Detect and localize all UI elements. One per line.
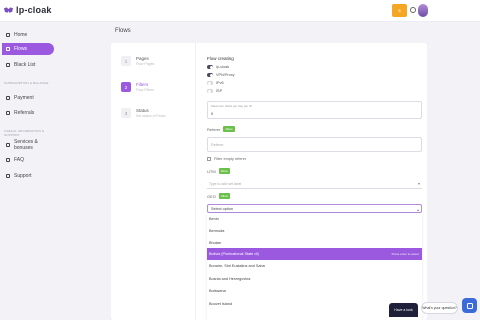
avatar[interactable] [418, 4, 428, 17]
option-label: Bolivia (Plurinational State of) [209, 252, 259, 256]
faq-icon [6, 158, 10, 162]
field-label: Maximum clicks per day per IP [211, 104, 252, 108]
toggle-label: lp-cloak [216, 65, 230, 69]
placeholder: Type to add set label [209, 182, 242, 186]
toggle-switch[interactable] [207, 89, 213, 93]
step-pages[interactable]: 1 Pages Flow Pages [121, 56, 154, 66]
sidebar-item-faq[interactable]: FAQ [2, 154, 54, 166]
max-clicks-input[interactable]: Maximum clicks per day per IP 0 [207, 101, 422, 119]
toggle-isp[interactable]: ISP [207, 89, 222, 93]
filter-empty-referer[interactable]: Filter empty referer [207, 157, 246, 161]
checkbox-label: Filter empty referer [214, 157, 247, 161]
sidebar-item-black-list[interactable]: Black List [2, 59, 54, 71]
dropdown-option[interactable]: Bonaire, Sint Eustatius and Saba [207, 260, 422, 272]
toggle-ipv6[interactable]: IPv6 [207, 81, 224, 85]
sidebar-item-label: Payment [14, 95, 34, 101]
top-bar: lp-cloak $ [0, 0, 480, 22]
step-title: Status [136, 108, 149, 113]
referer-label: Referer Allow [207, 126, 235, 132]
sidebar-item-home[interactable]: Home [2, 29, 54, 41]
filters-form: Flow creating lp-cloak VPN/Proxy IPv6 IS… [207, 43, 422, 320]
step-status[interactable]: 3 Status Set status of Flows [121, 108, 166, 118]
label-text: UTM [207, 168, 216, 174]
toggle-label: IPv6 [216, 81, 224, 85]
settings-icon[interactable] [410, 7, 416, 13]
chat-bubble[interactable]: What's your question? [421, 302, 458, 314]
support-icon [6, 174, 10, 178]
label-text: Referer [207, 126, 221, 132]
field-value: 0 [211, 111, 214, 116]
chat-icon [466, 302, 473, 309]
sidebar-item-referrals[interactable]: Referrals [2, 107, 54, 119]
flows-icon [6, 47, 10, 51]
logo-mask-icon [4, 6, 13, 13]
sidebar-item-payment[interactable]: Payment [2, 92, 54, 104]
label-text: GEO [207, 193, 216, 199]
dropdown-option[interactable]: Benin [207, 213, 422, 225]
sidebar-item-label: Home [14, 32, 28, 38]
allow-badge[interactable]: Allow [223, 126, 235, 132]
step-title: Pages [136, 56, 149, 61]
sidebar-item-flows[interactable]: Flows [2, 43, 54, 55]
sidebar-item-services[interactable]: Services & bonuses [2, 139, 54, 151]
sidebar-item-label: Referrals [14, 110, 35, 116]
toggle-label: VPN/Proxy [216, 73, 235, 77]
sidebar-item-label: Flows [14, 46, 28, 52]
sidebar-item-label: Support [14, 173, 32, 179]
chevron-up-icon: ▴ [416, 206, 419, 212]
chevron-down-icon: ▾ [417, 181, 420, 186]
select-value: Select option [211, 207, 233, 211]
step-number: 1 [121, 56, 131, 66]
allow-badge[interactable]: Allow [218, 193, 231, 199]
utm-label: UTM Allow [207, 168, 230, 174]
home-icon [6, 33, 10, 37]
utm-select[interactable]: Type to add set label ▾ [207, 179, 422, 189]
geo-label: GEO Allow [207, 193, 231, 199]
chat-tab[interactable]: Have a look [389, 303, 418, 317]
allow-badge[interactable]: Allow [218, 168, 230, 174]
balance-button[interactable]: $ [392, 4, 407, 17]
section-heading-subscription: SUBSCRIPTION & BALANCE [4, 81, 49, 85]
sidebar-item-label: Services & bonuses [14, 139, 38, 151]
toggle-lp-cloak[interactable]: lp-cloak [207, 65, 229, 69]
chat-button[interactable] [462, 298, 477, 313]
services-icon [6, 143, 10, 147]
payment-icon [6, 96, 10, 100]
step-subtitle: Set status of Flows [136, 114, 166, 118]
step-number: 3 [121, 108, 131, 118]
flow-card: 1 Pages Flow Pages 2 Filters Flow Filter… [111, 43, 427, 320]
step-subtitle: Flow Filters [136, 88, 154, 92]
app-name: lp-cloak [16, 5, 52, 15]
form-title: Flow creating [207, 56, 234, 61]
toggle-switch[interactable] [207, 81, 213, 85]
blacklist-icon [6, 63, 10, 67]
dropdown-option[interactable]: Bermuda [207, 225, 422, 237]
checkbox[interactable] [207, 157, 211, 161]
geo-select[interactable]: Select option ▴ [207, 204, 422, 213]
toggle-switch[interactable] [207, 65, 213, 69]
referrals-icon [6, 111, 10, 115]
step-title: Filters [136, 82, 149, 87]
toggle-label: ISP [216, 89, 223, 93]
dropdown-option-highlighted[interactable]: Bolivia (Plurinational State of) Press e… [207, 248, 422, 260]
select-hint: Press enter to select [391, 252, 419, 256]
sidebar-item-support[interactable]: Support [2, 170, 54, 182]
placeholder: Referer [211, 143, 224, 147]
step-subtitle: Flow Pages [136, 62, 155, 66]
toggle-vpn-proxy[interactable]: VPN/Proxy [207, 73, 235, 77]
step-number: 2 [121, 82, 131, 92]
section-heading-support: USEFUL INFORMATION & SUPPORT [4, 129, 45, 137]
logo[interactable]: lp-cloak [4, 5, 52, 15]
dropdown-option[interactable]: Botswana [207, 285, 422, 297]
toggle-switch[interactable] [207, 73, 213, 77]
sidebar-item-label: FAQ [14, 157, 25, 163]
sidebar-item-label: Black List [14, 62, 36, 68]
page-title: Flows [115, 28, 131, 34]
referer-input[interactable]: Referer [207, 137, 422, 152]
step-filters[interactable]: 2 Filters Flow Filters [121, 82, 154, 92]
dropdown-option[interactable]: Bosnia and Herzegovina [207, 273, 422, 285]
sidebar: Home Flows Black List SUBSCRIPTION & BAL… [0, 22, 58, 320]
stepper: 1 Pages Flow Pages 2 Filters Flow Filter… [111, 43, 196, 320]
